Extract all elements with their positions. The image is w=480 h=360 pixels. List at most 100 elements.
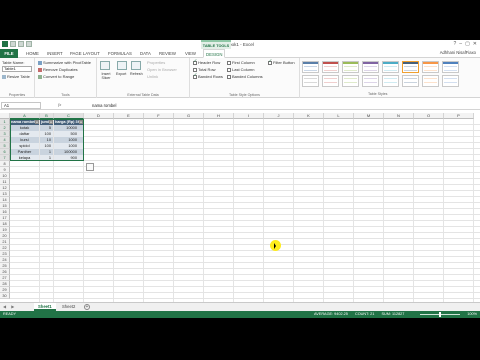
table-style-swatch[interactable] [382, 75, 399, 87]
open-in-browser-button[interactable]: Open in Browser [147, 67, 177, 72]
table-style-swatch[interactable] [322, 75, 339, 87]
first-column-checkbox[interactable] [227, 60, 231, 65]
table-styles-gallery[interactable] [302, 61, 472, 91]
tab-home[interactable]: HOME [24, 50, 41, 57]
gridline [10, 298, 480, 299]
ribbon: Table Name: Table1 Resize Table Properti… [0, 58, 480, 98]
sheet-tab-sheet1[interactable]: Sheet1 [34, 303, 56, 311]
gridline [10, 208, 480, 209]
table-style-swatch-selected[interactable] [402, 61, 419, 73]
gridline [10, 250, 480, 251]
group-tools: Summarize with PivotTable Remove Duplica… [35, 58, 97, 98]
close-button[interactable]: ✕ [473, 41, 477, 47]
help-button[interactable]: ? [454, 41, 457, 47]
name-box[interactable]: A1 [1, 102, 41, 109]
table-style-swatch[interactable] [422, 75, 439, 87]
gridline [10, 178, 480, 179]
new-sheet-button[interactable]: + [84, 304, 90, 310]
gridline [10, 226, 480, 227]
column-header[interactable]: E [114, 113, 144, 119]
unlink-button[interactable]: Unlink [147, 74, 158, 79]
column-header[interactable]: P [444, 113, 474, 119]
gridline [10, 280, 480, 281]
table-style-swatch[interactable] [382, 61, 399, 73]
tab-page-layout[interactable]: PAGE LAYOUT [68, 50, 102, 57]
header-row-checkbox[interactable] [193, 59, 197, 65]
column-header[interactable]: I [234, 113, 264, 119]
column-header[interactable]: D [84, 113, 114, 119]
option-filter-button[interactable]: Filter Button [268, 59, 295, 65]
column-header[interactable]: O [414, 113, 444, 119]
table-name-label: Table Name: [2, 60, 25, 65]
table-style-swatch[interactable] [322, 61, 339, 73]
last-column-checkbox[interactable] [227, 67, 231, 72]
column-header[interactable]: H [204, 113, 234, 119]
option-banded-rows[interactable]: Banded Rows [193, 73, 223, 79]
tab-design[interactable]: DESIGN [203, 49, 226, 58]
summarize-pivottable-button[interactable]: Summarize with PivotTable [38, 60, 91, 65]
filter-button-checkbox[interactable] [268, 59, 272, 65]
tab-file[interactable]: FILE [0, 49, 18, 58]
minimize-button[interactable]: – [459, 41, 462, 47]
tab-review[interactable]: REVIEW [157, 50, 178, 57]
table-style-swatch[interactable] [362, 75, 379, 87]
properties-button[interactable]: Properties [147, 60, 165, 65]
option-banded-columns[interactable]: Banded Columns [227, 74, 263, 79]
tab-insert[interactable]: INSERT [45, 50, 65, 57]
gridline [10, 232, 480, 233]
column-header[interactable]: F [144, 113, 174, 119]
banded-columns-checkbox[interactable] [227, 74, 231, 79]
column-header[interactable]: L [324, 113, 354, 119]
formula-bar: A1 fx nama rombel [0, 101, 480, 110]
tab-data[interactable]: DATA [138, 50, 153, 57]
option-first-column[interactable]: First Column [227, 60, 255, 65]
quick-analysis-icon[interactable] [86, 163, 94, 171]
table-style-swatch[interactable] [442, 61, 459, 73]
table-name-input[interactable]: Table1 [2, 66, 32, 72]
convert-to-range-button[interactable]: Convert to Range [38, 74, 74, 79]
selection-outline [10, 119, 84, 161]
remove-duplicates-button[interactable]: Remove Duplicates [38, 67, 78, 72]
option-header-row[interactable]: Header Row [193, 59, 220, 65]
insert-slicer-icon[interactable] [100, 61, 110, 70]
export-label[interactable]: Export [116, 72, 126, 76]
refresh-label[interactable]: Refresh [130, 72, 143, 76]
table-style-swatch[interactable] [302, 75, 319, 87]
sheet-tab-sheet2[interactable]: Sheet2 [58, 303, 79, 311]
row-header[interactable]: 30 [0, 293, 10, 299]
worksheet-grid[interactable]: A B C D E F G H I J K L M N O P 1 2 3 4 5 6 7 8 9 10 11 12 13 14 15 16 1… [0, 113, 480, 302]
total-row-checkbox[interactable] [193, 67, 197, 72]
maximize-button[interactable]: ▢ [465, 41, 470, 47]
window-title: Book1 - Excel [226, 42, 254, 47]
formula-input[interactable]: nama rombel [92, 103, 116, 108]
column-header[interactable]: G [174, 113, 204, 119]
tab-view[interactable]: VIEW [183, 50, 198, 57]
resize-table-button[interactable]: Resize Table [2, 74, 30, 79]
gridline [10, 202, 480, 203]
column-header[interactable]: M [354, 113, 384, 119]
table-style-swatch[interactable] [442, 75, 459, 87]
resize-table-icon [2, 74, 6, 79]
insert-function-icon[interactable]: fx [58, 102, 61, 107]
group-label-tools: Tools [61, 93, 70, 97]
table-style-swatch[interactable] [342, 75, 359, 87]
insert-slicer-label[interactable]: Insert Slicer [98, 72, 114, 80]
signed-in-user[interactable]: Adhhani NisafFiaxo [440, 50, 476, 55]
zoom-level[interactable]: 100% [467, 311, 477, 318]
table-style-swatch[interactable] [342, 61, 359, 73]
table-style-swatch[interactable] [422, 61, 439, 73]
option-total-row[interactable]: Total Row [193, 67, 216, 72]
table-style-swatch[interactable] [302, 61, 319, 73]
option-last-column[interactable]: Last Column [227, 67, 254, 72]
column-header[interactable]: K [294, 113, 324, 119]
zoom-slider-thumb[interactable] [439, 312, 441, 317]
refresh-icon[interactable] [131, 61, 141, 70]
tab-formulas[interactable]: FORMULAS [106, 50, 134, 57]
table-style-swatch[interactable] [402, 75, 419, 87]
export-icon[interactable] [117, 61, 127, 70]
table-style-swatch[interactable] [362, 61, 379, 73]
sheet-nav-arrows[interactable]: ◀ ▶ [3, 304, 16, 309]
banded-rows-checkbox[interactable] [193, 73, 197, 79]
column-header[interactable]: N [384, 113, 414, 119]
column-header[interactable]: J [264, 113, 294, 119]
